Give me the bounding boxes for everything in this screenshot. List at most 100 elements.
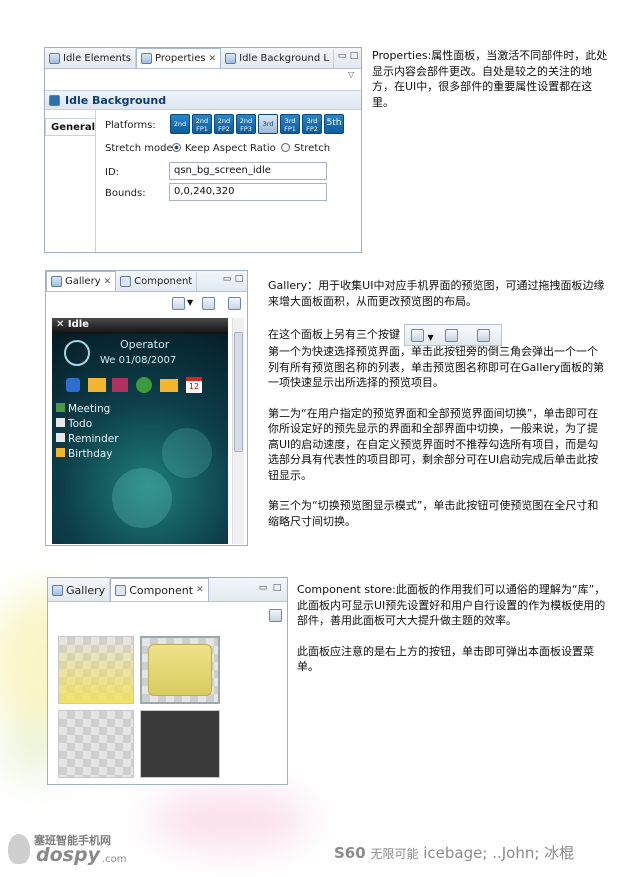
maximize-icon[interactable]: □ — [234, 275, 244, 285]
idle-label: Idle — [67, 319, 89, 330]
platform-5th[interactable]: 5th — [324, 114, 344, 134]
phone-preview[interactable]: ✕ Idle Operator We 01/08/2007 12 Meeting… — [52, 318, 228, 544]
properties-title: Idle Background — [65, 94, 167, 107]
bounds-label: Bounds: — [105, 188, 146, 199]
toggle-size-mode-button[interactable] — [228, 297, 241, 310]
side-tab-general[interactable]: General — [45, 118, 95, 136]
platform-3rd-fp2[interactable]: 3rd FP2 — [302, 114, 322, 134]
todo-icon — [56, 418, 65, 427]
yellow-gradient-swatch — [59, 637, 133, 703]
list-item[interactable]: Reminder — [56, 432, 176, 447]
close-icon[interactable]: ✕ — [196, 585, 204, 595]
close-icon: ✕ — [56, 319, 68, 330]
tab-label: Gallery — [66, 583, 106, 597]
list-item[interactable]: Todo — [56, 417, 176, 432]
radio-keep-aspect[interactable] — [172, 143, 181, 152]
mail-icon[interactable] — [160, 379, 178, 392]
inline-toolbar-image: ▼ — [403, 324, 502, 346]
component-settings-button[interactable] — [269, 609, 282, 622]
quick-select-preview-button[interactable] — [172, 297, 185, 310]
dospy-logo-en: dospy — [36, 844, 100, 866]
outline-icon — [49, 53, 60, 64]
bokeh-decoration — [112, 468, 172, 528]
operator-label: Operator — [120, 338, 170, 351]
scrollbar-thumb[interactable] — [234, 332, 243, 452]
reminder-icon — [56, 433, 65, 442]
platform-3rd[interactable]: 3rd — [258, 114, 278, 134]
gallery-description: Gallery：用于收集UI中对应手机界面的预览图，可通过拖拽面板边缘来增大面板… — [268, 278, 608, 529]
list-item[interactable]: Meeting — [56, 402, 176, 417]
component-thumb[interactable] — [140, 710, 220, 778]
gallery-desc-p4: 第二为“在用户指定的预览界面和全部预览界面间切换”，单击即可在你所设定好的预先显… — [268, 406, 599, 482]
view-menu-icon[interactable]: ▽ — [348, 70, 354, 79]
date-label: We 01/08/2007 — [100, 355, 177, 366]
media-icon[interactable] — [112, 378, 128, 392]
tab-gallery[interactable]: Gallery ✕ — [46, 271, 117, 291]
component-icon — [115, 584, 127, 596]
gallery-icon — [52, 584, 63, 596]
tab-label: Properties — [155, 53, 206, 64]
component-desc-p2: 此面板应注意的是右上方的按钮，单击即可弹出本面板设置菜单。 — [297, 644, 594, 674]
minimize-icon[interactable]: ▭ — [222, 275, 232, 285]
component-thumb[interactable] — [58, 710, 134, 778]
tab-idle-elements[interactable]: Idle Elements — [45, 49, 137, 68]
platform-2nd-fp2[interactable]: 2nd FP2 — [214, 114, 234, 134]
dropdown-arrow-icon: ▼ — [427, 333, 434, 342]
radio-stretch[interactable] — [281, 143, 290, 152]
close-icon[interactable]: ✕ — [209, 54, 217, 64]
id-field[interactable]: qsn_bg_screen_idle — [169, 162, 327, 180]
layers-icon — [225, 53, 237, 64]
s60-logo: S60 — [334, 844, 366, 862]
maximize-icon[interactable]: □ — [349, 52, 359, 62]
contacts-icon[interactable] — [66, 378, 80, 392]
side-tab-strip — [95, 110, 96, 252]
tab-idle-background[interactable]: Idle Background L — [221, 49, 334, 68]
gallery-desc-p2-row: 在这个面板上另有三个按键 ▼ — [268, 324, 608, 346]
list-item-label: Reminder — [68, 433, 119, 445]
platform-3rd-fp1[interactable]: 3rd FP1 — [280, 114, 300, 134]
properties-icon — [141, 53, 153, 64]
dospy-logo-emblem — [8, 834, 30, 864]
tab-label: Idle Elements — [63, 53, 132, 64]
bokeh-decoration — [162, 428, 212, 478]
platform-2nd-fp1[interactable]: 2nd FP1 — [192, 114, 212, 134]
tab-gallery[interactable]: Gallery — [48, 579, 111, 601]
component-thumb[interactable] — [140, 636, 220, 704]
web-icon[interactable] — [136, 377, 152, 393]
calendar-icon[interactable]: 12 — [186, 377, 202, 393]
platform-2nd[interactable]: 2nd — [170, 114, 190, 134]
minimize-icon[interactable]: ▭ — [258, 584, 268, 594]
close-icon[interactable]: ✕ — [104, 277, 112, 287]
gallery-desc-p3: 第一个为快速选择预览界面，单击此按钮旁的倒三角会弹出一个一个列有所有预览图名称的… — [268, 345, 605, 389]
bg-blob-pink — [150, 790, 310, 850]
properties-header: Idle Background — [45, 90, 361, 110]
tab-label: Component — [129, 583, 194, 597]
tab-label: Component — [134, 276, 193, 287]
component-icon — [120, 276, 132, 287]
gallery-desc-p2: 在这个面板上另有三个按键 — [268, 328, 400, 341]
bounds-field[interactable]: 0,0,240,320 — [169, 183, 327, 201]
component-tabbar: Gallery Component ✕ ▭ □ — [48, 578, 287, 602]
agenda-list: Meeting Todo Reminder Birthday — [56, 402, 176, 462]
list-item[interactable]: Birthday — [56, 447, 176, 462]
minimize-icon[interactable]: ▭ — [337, 52, 347, 62]
tab-component[interactable]: Component ✕ — [110, 578, 209, 601]
dospy-logo-suffix: .com — [102, 854, 127, 865]
list-item-label: Todo — [68, 418, 93, 430]
tab-component[interactable]: Component — [116, 272, 198, 291]
birthday-icon — [56, 448, 65, 457]
meeting-icon — [56, 403, 65, 412]
toggle-size-mode-icon — [476, 329, 490, 342]
gallery-desc-p5: 第三个为“切换预览图显示模式”，单击此按钮可使预览图在全尺寸和缩略尺寸间切换。 — [268, 499, 599, 528]
platform-2nd-fp3[interactable]: 2nd FP3 — [236, 114, 256, 134]
footer-credits: S60 无限可能 icebage; ..John; 冰棍 — [334, 842, 574, 863]
tab-properties[interactable]: Properties ✕ — [136, 48, 222, 68]
dropdown-arrow-icon[interactable]: ▼ — [187, 298, 193, 307]
messaging-icon[interactable] — [88, 378, 106, 392]
platforms-label: Platforms: — [105, 120, 156, 131]
dospy-logo: 塞班智能手机网 dospy .com — [8, 830, 158, 870]
component-thumb[interactable] — [58, 636, 134, 704]
maximize-icon[interactable]: □ — [272, 584, 282, 594]
vertical-scrollbar[interactable] — [232, 318, 244, 544]
toggle-preview-set-button[interactable] — [202, 297, 215, 310]
